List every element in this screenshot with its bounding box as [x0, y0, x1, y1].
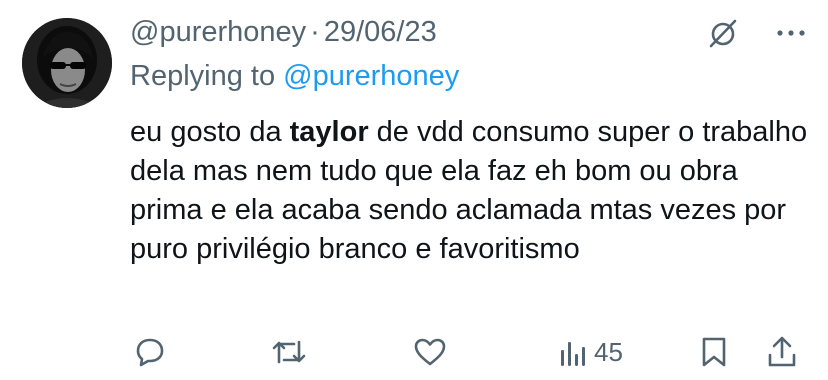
- share-icon: [768, 336, 796, 367]
- retweet-button[interactable]: [270, 330, 308, 374]
- grok-icon[interactable]: [706, 16, 740, 50]
- more-options-icon[interactable]: [776, 28, 806, 38]
- author-handle[interactable]: @purerhoney: [130, 16, 306, 48]
- retweet-icon: [272, 340, 306, 364]
- avatar[interactable]: [22, 18, 112, 108]
- separator-dot: ·: [310, 16, 320, 48]
- views-count: 45: [594, 336, 623, 367]
- replying-mention[interactable]: @purerhoney: [283, 60, 459, 92]
- bookmark-icon: [702, 337, 726, 367]
- tweet-date[interactable]: 29/06/23: [324, 16, 437, 48]
- tweet-text-part-1: eu gosto da: [130, 116, 290, 148]
- tweet-text: eu gosto da taylor de vdd consumo super …: [130, 113, 810, 269]
- reply-button[interactable]: [134, 330, 166, 374]
- tweet-text-bold: taylor: [289, 116, 369, 148]
- top-actions: [706, 16, 806, 50]
- views-chart-icon: [561, 342, 585, 366]
- comment-icon: [136, 338, 164, 367]
- like-button[interactable]: [413, 330, 447, 374]
- share-button[interactable]: [766, 330, 798, 374]
- action-bar: 45: [130, 330, 808, 374]
- views-button[interactable]: 45: [558, 330, 623, 374]
- tweet-header: @purerhoney · 29/06/23: [130, 14, 437, 50]
- replying-to: Replying to @purerhoney: [130, 58, 459, 94]
- heart-icon: [414, 338, 446, 366]
- bookmark-button[interactable]: [700, 330, 728, 374]
- replying-label: Replying to: [130, 60, 276, 92]
